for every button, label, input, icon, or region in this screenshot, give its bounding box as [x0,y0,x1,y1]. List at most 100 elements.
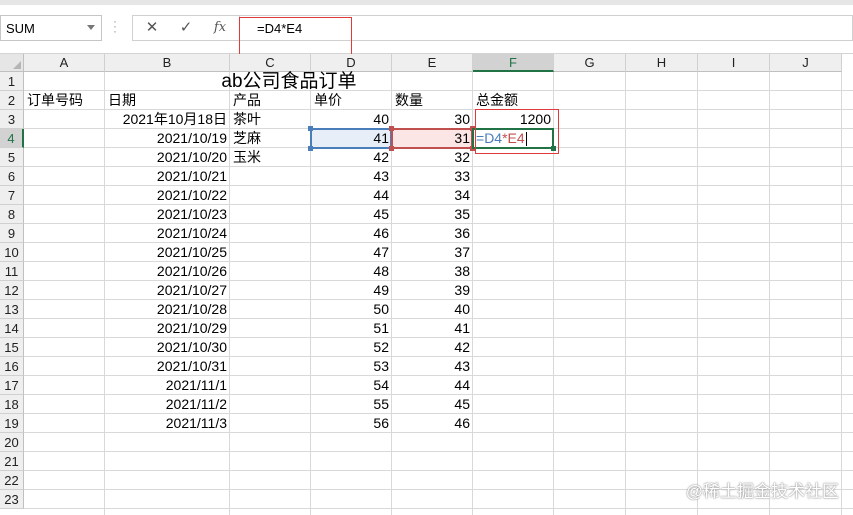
row-header-4[interactable]: 4 [0,129,24,148]
quantity-cell[interactable]: 40 [392,300,473,319]
date-cell[interactable]: 2021/10/19 [105,129,230,148]
price-cell[interactable]: 48 [311,262,392,281]
cell-area[interactable]: ab公司食品订单 订单号码 日期 产品 单价 数量 总金额 2021年10月18日 茶叶 40 30… [24,72,853,515]
quantity-cell[interactable]: 42 [392,338,473,357]
quantity-cell[interactable]: 32 [392,148,473,167]
quantity-cell[interactable]: 43 [392,357,473,376]
price-cell[interactable]: 55 [311,395,392,414]
product-cell[interactable]: 茶叶 [230,110,311,129]
header-cell-b[interactable]: 日期 [105,91,230,110]
column-header-j[interactable]: J [770,54,842,72]
quantity-cell[interactable]: 46 [392,414,473,433]
close-icon[interactable]: ✕ [137,18,167,38]
row-header-8[interactable]: 8 [0,205,24,224]
date-cell[interactable]: 2021年10月18日 [105,110,230,129]
row-header-11[interactable]: 11 [0,262,24,281]
quantity-cell[interactable]: 31 [392,129,473,148]
price-cell[interactable]: 49 [311,281,392,300]
price-cell[interactable]: 53 [311,357,392,376]
product-cell[interactable]: 玉米 [230,148,311,167]
date-cell[interactable]: 2021/10/22 [105,186,230,205]
quantity-cell[interactable]: 44 [392,376,473,395]
column-header-d[interactable]: D [311,54,392,72]
quantity-cell[interactable]: 41 [392,319,473,338]
quantity-cell[interactable]: 45 [392,395,473,414]
column-header-g[interactable]: G [554,54,626,72]
date-cell[interactable]: 2021/10/20 [105,148,230,167]
date-cell[interactable]: 2021/10/26 [105,262,230,281]
header-cell-f[interactable]: 总金额 [473,91,554,110]
row-header-6[interactable]: 6 [0,167,24,186]
column-header-c[interactable]: C [230,54,311,72]
row-header-5[interactable]: 5 [0,148,24,167]
price-cell[interactable]: 47 [311,243,392,262]
date-cell[interactable]: 2021/10/29 [105,319,230,338]
row-header-14[interactable]: 14 [0,319,24,338]
quantity-cell[interactable]: 38 [392,262,473,281]
column-header-h[interactable]: H [626,54,698,72]
row-header-18[interactable]: 18 [0,395,24,414]
column-header-i[interactable]: I [698,54,770,72]
date-cell[interactable]: 2021/10/27 [105,281,230,300]
check-icon[interactable]: ✓ [171,18,201,38]
date-cell[interactable]: 2021/10/21 [105,167,230,186]
row-header-16[interactable]: 16 [0,357,24,376]
price-cell[interactable]: 40 [311,110,392,129]
quantity-cell[interactable]: 36 [392,224,473,243]
date-cell[interactable]: 2021/10/30 [105,338,230,357]
quantity-cell[interactable]: 37 [392,243,473,262]
row-header-15[interactable]: 15 [0,338,24,357]
price-cell[interactable]: 45 [311,205,392,224]
name-box[interactable]: SUM [0,15,102,41]
header-cell-e[interactable]: 数量 [392,91,473,110]
column-header-a[interactable]: A [24,54,105,72]
product-cell[interactable]: 芝麻 [230,129,311,148]
header-cell-c[interactable]: 产品 [230,91,311,110]
row-header-12[interactable]: 12 [0,281,24,300]
price-cell[interactable]: 44 [311,186,392,205]
header-cell-d[interactable]: 单价 [311,91,392,110]
quantity-cell[interactable]: 34 [392,186,473,205]
fx-icon[interactable]: fx [205,18,235,38]
date-cell[interactable]: 2021/11/1 [105,376,230,395]
price-cell[interactable]: 41 [311,129,392,148]
date-cell[interactable]: 2021/10/25 [105,243,230,262]
row-header-3[interactable]: 3 [0,110,24,129]
quantity-cell[interactable]: 39 [392,281,473,300]
price-cell[interactable]: 46 [311,224,392,243]
date-cell[interactable]: 2021/10/28 [105,300,230,319]
date-cell[interactable]: 2021/10/23 [105,205,230,224]
row-header-9[interactable]: 9 [0,224,24,243]
price-cell[interactable]: 50 [311,300,392,319]
date-cell[interactable]: 2021/10/31 [105,357,230,376]
row-header-7[interactable]: 7 [0,186,24,205]
quantity-cell[interactable]: 30 [392,110,473,129]
price-cell[interactable]: 51 [311,319,392,338]
row-header-22[interactable]: 22 [0,471,24,490]
more-vertical-icon[interactable]: · · · [112,15,118,37]
date-cell[interactable]: 2021/11/3 [105,414,230,433]
row-header-2[interactable]: 2 [0,91,24,110]
row-header-20[interactable]: 20 [0,433,24,452]
date-cell[interactable]: 2021/10/24 [105,224,230,243]
price-cell[interactable]: 43 [311,167,392,186]
row-header-13[interactable]: 13 [0,300,24,319]
quantity-cell[interactable]: 35 [392,205,473,224]
price-cell[interactable]: 52 [311,338,392,357]
price-cell[interactable]: 56 [311,414,392,433]
price-cell[interactable]: 54 [311,376,392,395]
date-cell[interactable]: 2021/11/2 [105,395,230,414]
select-all-corner[interactable] [0,54,24,72]
row-header-1[interactable]: 1 [0,72,24,91]
price-cell[interactable]: 42 [311,148,392,167]
row-header-21[interactable]: 21 [0,452,24,471]
column-header-e[interactable]: E [392,54,473,72]
row-header-23[interactable]: 23 [0,490,24,509]
row-header-17[interactable]: 17 [0,376,24,395]
column-header-f[interactable]: F [473,54,554,72]
row-header-10[interactable]: 10 [0,243,24,262]
row-header-19[interactable]: 19 [0,414,24,433]
header-cell-a[interactable]: 订单号码 [24,91,105,110]
column-header-b[interactable]: B [105,54,230,72]
sheet-title[interactable]: ab公司食品订单 [24,72,554,91]
